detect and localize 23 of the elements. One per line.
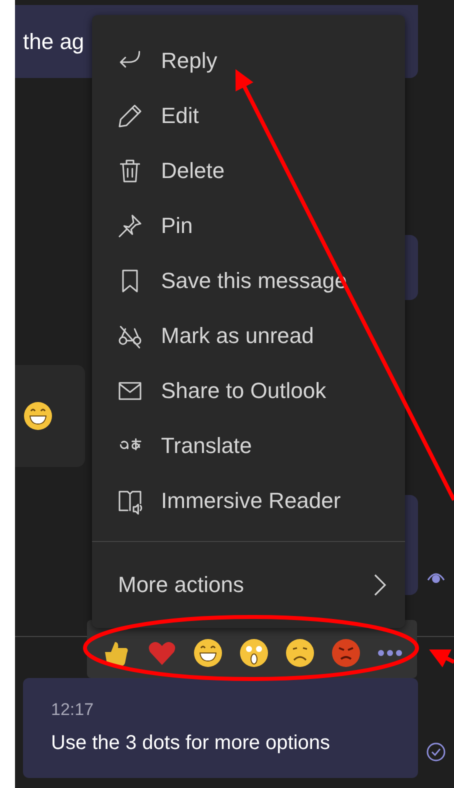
chevron-right-icon <box>373 572 387 596</box>
grinning-emoji-icon[interactable] <box>193 638 223 668</box>
menu-item[interactable]: Reply <box>92 33 405 88</box>
menu-item[interactable]: Mark as unread <box>92 308 405 363</box>
eye-icon <box>427 570 445 584</box>
menu-item[interactable]: More actions <box>92 542 405 627</box>
sad-emoji-icon[interactable] <box>285 638 315 668</box>
menu-item[interactable]: Immersive Reader <box>92 473 405 528</box>
message-time: 12:17 <box>51 700 95 720</box>
check-circle-icon <box>426 742 446 762</box>
message-text: the ag <box>23 28 84 54</box>
arrow <box>429 650 454 668</box>
surprised-emoji-icon[interactable] <box>239 638 269 668</box>
menu-item[interactable]: Delete <box>92 143 405 198</box>
menu-item[interactable]: Pin <box>92 198 405 253</box>
menu-item[interactable]: Share to Outlook <box>92 363 405 418</box>
angry-emoji-icon[interactable] <box>331 638 361 668</box>
pencil-icon <box>116 102 144 130</box>
message-text: Use the 3 dots for more options <box>51 732 332 755</box>
pin-icon <box>116 212 144 240</box>
menu-item[interactable]: Edit <box>92 88 405 143</box>
grinning-emoji-icon[interactable] <box>23 401 53 431</box>
menu-item[interactable]: Translate <box>92 418 405 473</box>
